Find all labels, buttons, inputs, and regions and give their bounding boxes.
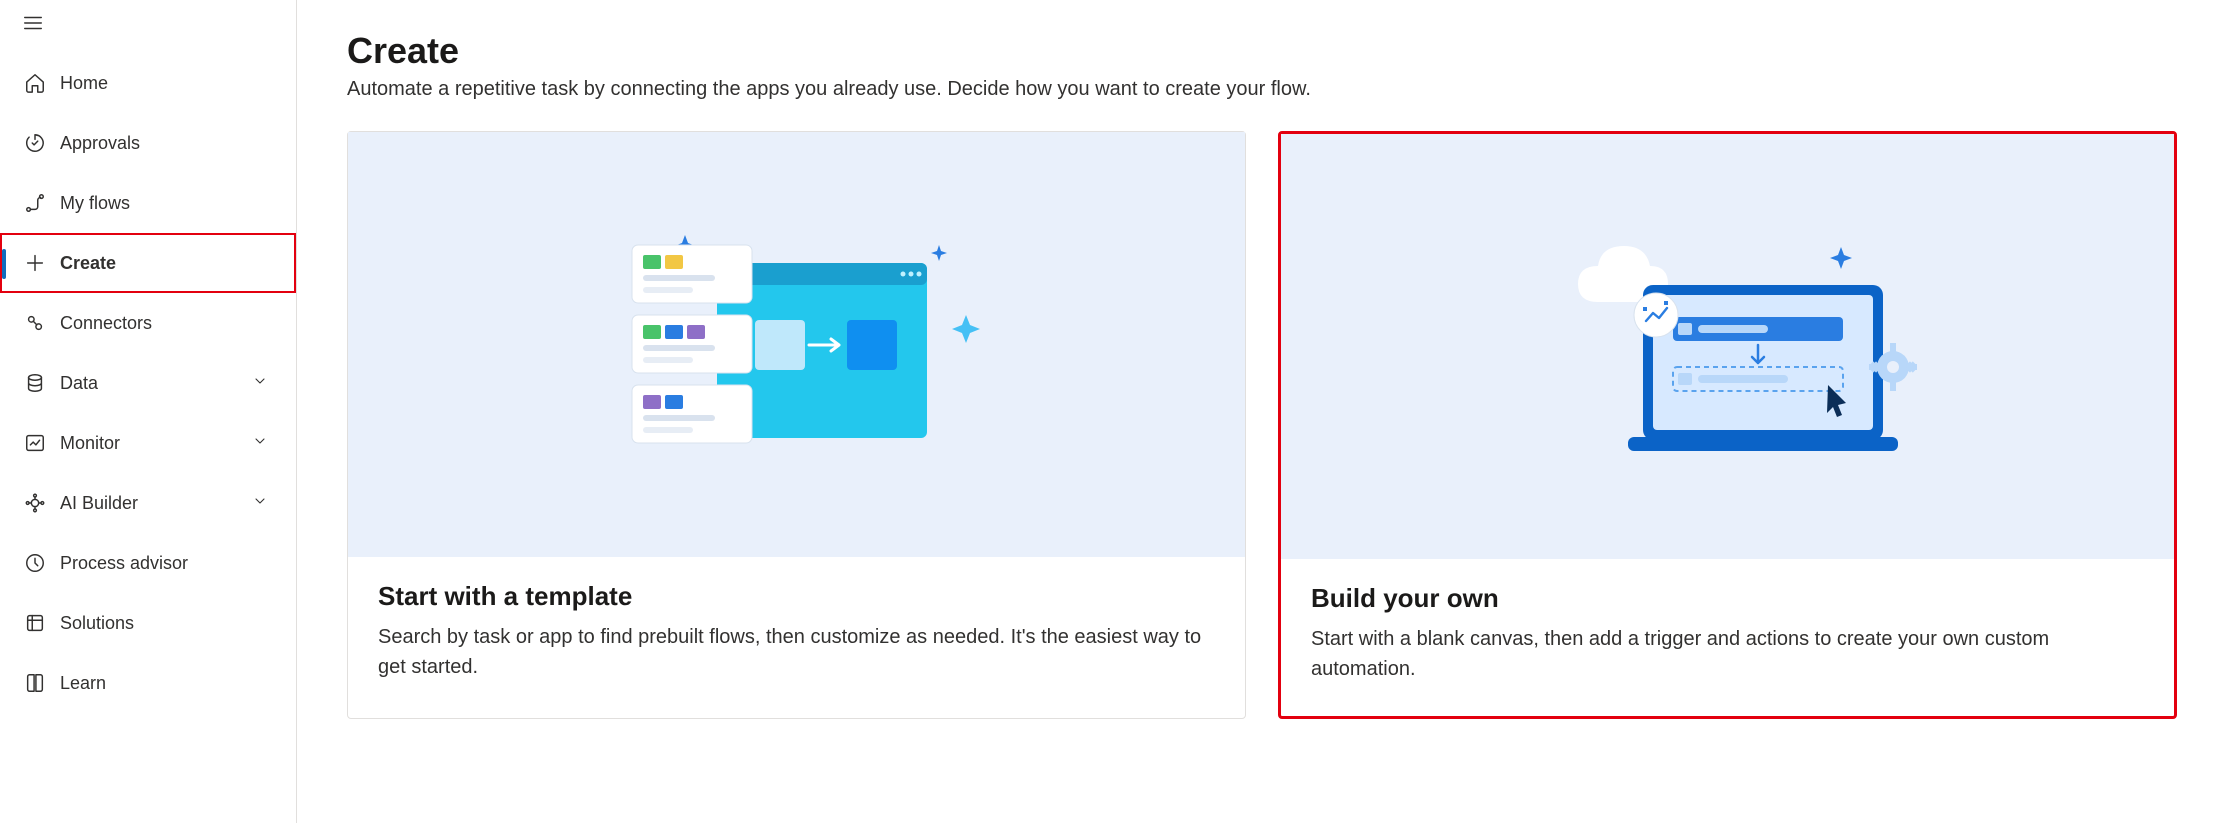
main-content: Create Automate a repetitive task by con…	[297, 0, 2227, 823]
data-icon	[24, 372, 46, 394]
build-illustration	[1281, 134, 2174, 559]
sidebar-item-label: Approvals	[60, 133, 140, 154]
sidebar-item-label: Learn	[60, 673, 106, 694]
aibuilder-icon	[24, 492, 46, 514]
sidebar-item-home[interactable]: Home	[0, 53, 296, 113]
card-build-your-own[interactable]: Build your own Start with a blank canvas…	[1278, 131, 2177, 719]
sidebar-item-label: Create	[60, 253, 116, 274]
sidebar-item-create[interactable]: Create	[0, 233, 296, 293]
card-description: Start with a blank canvas, then add a tr…	[1311, 624, 2144, 684]
template-illustration	[348, 132, 1245, 557]
sidebar-item-label: Solutions	[60, 613, 134, 634]
connectors-icon	[24, 312, 46, 334]
processadvisor-icon	[24, 552, 46, 574]
sidebar-item-label: Monitor	[60, 433, 120, 454]
sidebar-item-label: Process advisor	[60, 553, 188, 574]
sidebar-item-connectors[interactable]: Connectors	[0, 293, 296, 353]
sidebar-item-learn[interactable]: Learn	[0, 653, 296, 713]
card-title: Start with a template	[378, 581, 1215, 612]
sidebar-item-data[interactable]: Data	[0, 353, 296, 413]
sidebar-item-monitor[interactable]: Monitor	[0, 413, 296, 473]
page-subtitle: Automate a repetitive task by connecting…	[347, 78, 2177, 101]
monitor-icon	[24, 432, 46, 454]
card-title: Build your own	[1311, 583, 2144, 614]
sidebar-item-label: My flows	[60, 193, 130, 214]
card-description: Search by task or app to find prebuilt f…	[378, 622, 1215, 682]
sidebar-item-label: Home	[60, 73, 108, 94]
chevron-down-icon	[252, 493, 268, 514]
sidebar-item-label: Connectors	[60, 313, 152, 334]
chevron-down-icon	[252, 373, 268, 394]
home-icon	[24, 72, 46, 94]
sidebar-item-myflows[interactable]: My flows	[0, 173, 296, 233]
page-title: Create	[347, 30, 2177, 72]
sidebar-item-label: AI Builder	[60, 493, 138, 514]
sidebar-item-processadvisor[interactable]: Process advisor	[0, 533, 296, 593]
sidebar: Home Approvals My flows Create	[0, 0, 297, 823]
approvals-icon	[24, 132, 46, 154]
sidebar-item-aibuilder[interactable]: AI Builder	[0, 473, 296, 533]
card-start-with-template[interactable]: Start with a template Search by task or …	[347, 131, 1246, 719]
sidebar-item-label: Data	[60, 373, 98, 394]
sidebar-item-approvals[interactable]: Approvals	[0, 113, 296, 173]
solutions-icon	[24, 612, 46, 634]
plus-icon	[24, 252, 46, 274]
hamburger-icon[interactable]	[22, 21, 44, 37]
chevron-down-icon	[252, 433, 268, 454]
myflows-icon	[24, 192, 46, 214]
learn-icon	[24, 672, 46, 694]
sidebar-item-solutions[interactable]: Solutions	[0, 593, 296, 653]
